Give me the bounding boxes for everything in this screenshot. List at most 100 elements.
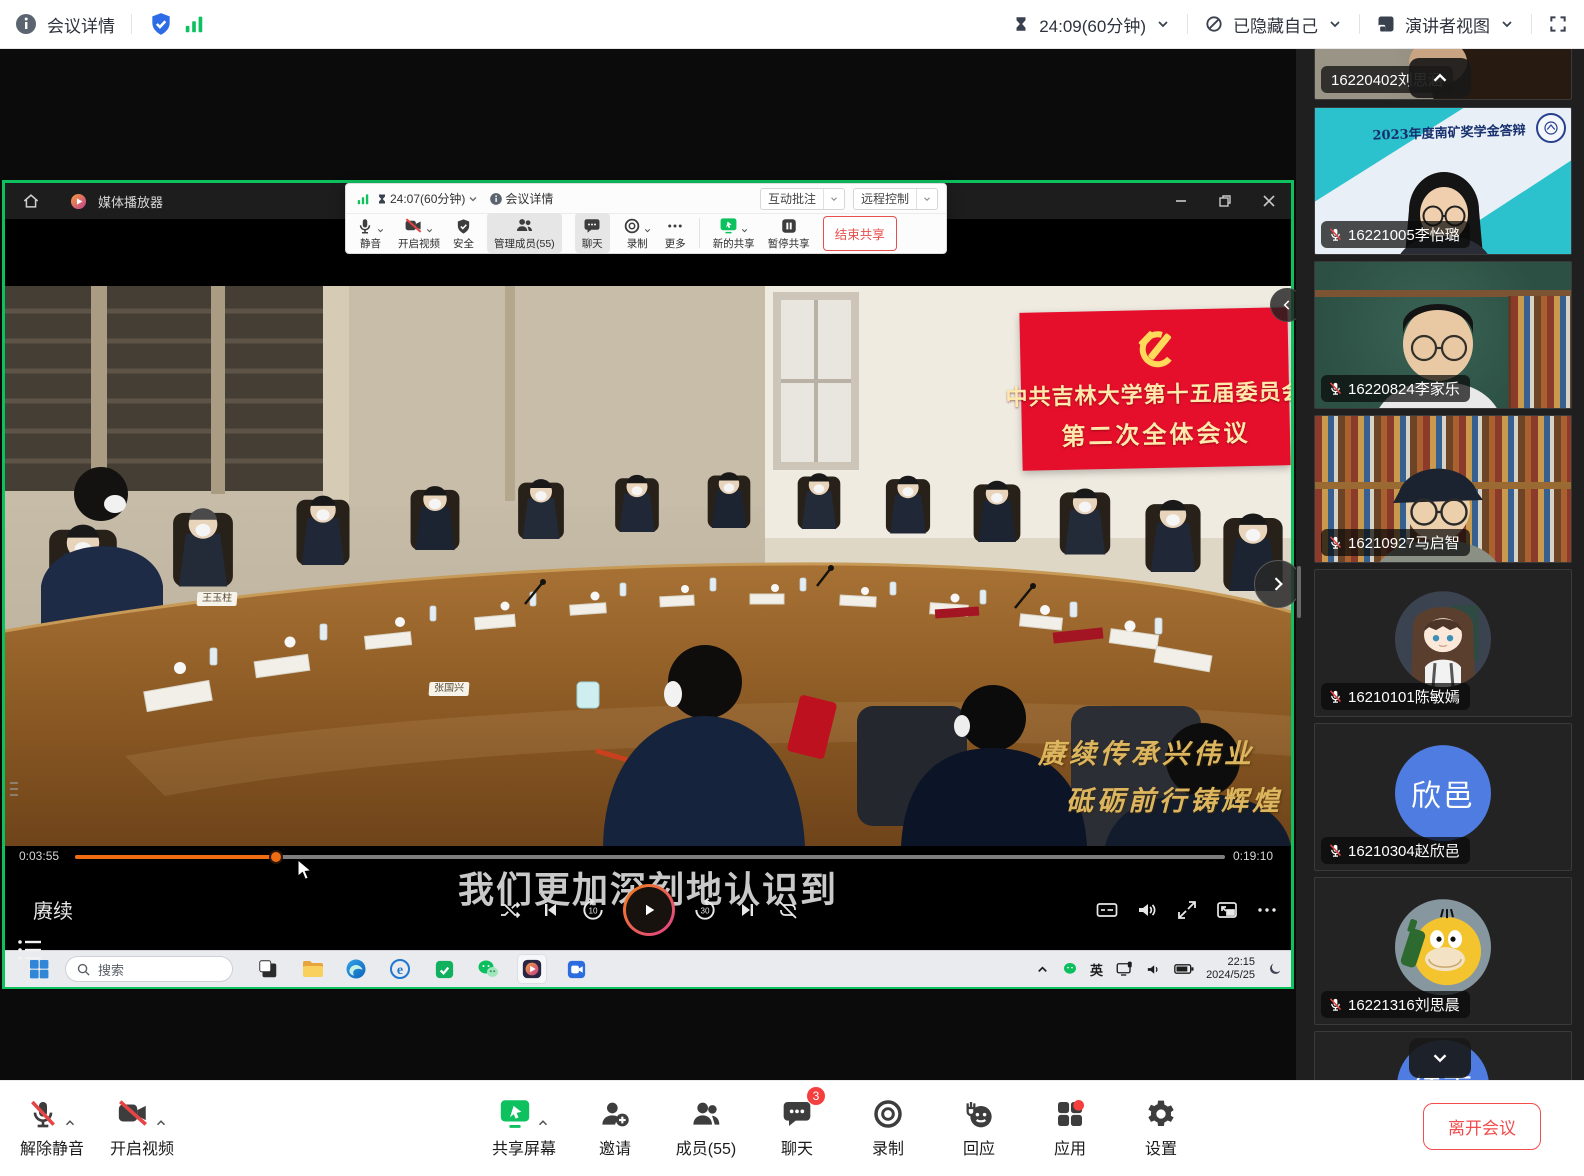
tray-battery-icon[interactable] [1174,961,1194,977]
taskbar-clock[interactable]: 22:15 2024/5/25 [1206,956,1255,982]
task-view-icon[interactable] [253,954,283,984]
unmute-dropdown-icon[interactable] [63,1116,77,1130]
participant-tile[interactable]: 2023年度南矿奖学金答辩 16221005李怡璐 [1314,107,1572,255]
shuffle-icon[interactable] [498,898,522,922]
meeting-app-window: 会议详情 24:09(60分钟) 已隐藏自己 [0,0,1584,1176]
reactions-button[interactable]: 回应 [947,1094,1011,1159]
settings-button[interactable]: 设置 [1129,1094,1193,1159]
security-shield-icon[interactable] [148,11,174,37]
green-app-icon[interactable] [429,954,459,984]
seek-bar[interactable] [75,855,1225,859]
edge-browser-icon[interactable] [341,954,371,984]
video-dropdown-icon[interactable] [154,1116,168,1130]
page-prev-button[interactable] [1270,288,1296,322]
previous-track-icon[interactable] [539,898,563,922]
start-video-button[interactable]: 开启视频 [110,1094,174,1159]
banner-title-line1: 中共吉林大学第十五届委员会 [1005,374,1291,412]
view-dropdown-icon[interactable] [1499,16,1515,32]
record-button[interactable]: 录制 [856,1094,920,1159]
participant-tile[interactable]: 16220824李家乐 [1314,261,1572,409]
meeting-app-icon[interactable] [561,954,591,984]
banner-title-line2: 第二次全体会议 [1061,413,1251,452]
share-screen-button[interactable]: 共享屏幕 [492,1094,556,1159]
sidebar-scrollbar[interactable] [1297,566,1301,618]
meeting-video[interactable]: 中共吉林大学第十五届委员会 第二次全体会议 王玉柱 张国兴 赓续传承兴伟业 砥砺… [5,286,1291,846]
meeting-info-icon[interactable] [14,12,38,36]
restore-icon[interactable] [1203,183,1247,219]
remote-dropdown-icon[interactable] [916,189,937,209]
do-not-disturb-moon-icon[interactable] [1267,961,1283,977]
more-options-icon[interactable] [1255,898,1279,922]
fullscreen-icon[interactable] [1548,14,1568,34]
minimize-icon[interactable] [1159,183,1203,219]
annotate-button[interactable]: 互动批注 [760,188,845,210]
toolbar-mute-button[interactable]: 静音 [356,215,385,251]
fullscreen-video-icon[interactable] [1175,898,1199,922]
toolbar-meeting-details[interactable]: 会议详情 [505,190,553,207]
next-track-icon[interactable] [735,898,759,922]
leave-meeting-button[interactable]: 离开会议 [1423,1103,1541,1150]
tray-volume-icon[interactable] [1145,961,1162,978]
hidden-self-dropdown-icon[interactable] [1327,16,1343,32]
chat-button[interactable]: 3 聊天 [765,1094,829,1159]
mouse-cursor [297,859,313,886]
avatar: 欣邑 [1395,745,1491,841]
participant-tile[interactable]: 16210927马启智 [1314,415,1572,563]
close-icon[interactable] [1247,183,1291,219]
toolbar-chat-button[interactable]: 聊天 [575,213,610,253]
tray-display-icon[interactable] [1115,960,1133,978]
play-button[interactable] [623,884,675,936]
mini-player-icon[interactable] [1215,898,1239,922]
playlist-icon[interactable] [15,935,45,970]
avatar [1395,899,1491,995]
participant-tile[interactable]: 16221316刘思晨 [1314,877,1572,1025]
toolbar-pause-share-button[interactable]: 暂停共享 [768,215,810,251]
tray-wechat-icon[interactable] [1062,961,1078,977]
main-stage: 媒体播放器 [0,48,1296,1080]
taskbar-search-input[interactable]: 搜索 [65,956,233,982]
volume-icon[interactable] [1135,898,1159,922]
page-next-button[interactable] [1254,560,1296,608]
toolbar-members-button[interactable]: 管理成员(55) [487,213,562,253]
view-mode-label[interactable]: 演讲者视图 [1405,12,1490,37]
network-signal-icon[interactable] [183,13,205,35]
playback-progress: 0:03:55 0:19:10 [5,847,1291,867]
members-button[interactable]: 成员(55) [674,1094,738,1159]
seek-handle[interactable] [269,850,283,864]
side-tab-icon[interactable] [7,779,21,804]
collapse-thumbnails-button[interactable] [1409,58,1471,98]
toolbar-timer-dropdown-icon[interactable] [467,193,479,205]
forward-30-icon[interactable]: 30 [692,897,718,923]
toolbar-video-button[interactable]: 开启视频 [398,215,440,251]
toolbar-info-icon[interactable] [489,192,503,206]
hidden-self-label[interactable]: 已隐藏自己 [1233,12,1318,37]
remote-control-button[interactable]: 远程控制 [853,188,938,210]
invite-button[interactable]: 邀请 [583,1094,647,1159]
timer-dropdown-icon[interactable] [1155,16,1171,32]
wechat-icon[interactable] [473,954,503,984]
toolbar-more-button[interactable]: 更多 [665,215,686,251]
annotate-dropdown-icon[interactable] [823,189,844,209]
repeat-off-icon[interactable] [776,898,800,922]
ie-browser-icon[interactable]: e [385,954,415,984]
participant-tile[interactable]: 欣邑 16210304赵欣邑 [1314,723,1572,871]
expand-thumbnails-button[interactable] [1409,1038,1471,1078]
file-explorer-icon[interactable] [297,954,327,984]
toolbar-new-share-button[interactable]: 新的共享 [713,215,755,251]
record-icon [872,1098,904,1130]
home-icon[interactable] [21,191,41,211]
ime-indicator[interactable]: 英 [1090,960,1103,979]
end-share-button[interactable]: 结束共享 [823,216,897,251]
participant-tile[interactable]: 16210101陈敏嫣 [1314,569,1572,717]
share-dropdown-icon[interactable] [536,1116,550,1130]
meeting-details-label[interactable]: 会议详情 [47,12,115,37]
svg-text:30: 30 [700,906,710,915]
toolbar-record-button[interactable]: 录制 [623,215,652,251]
captions-icon[interactable] [1095,898,1119,922]
toolbar-security-button[interactable]: 安全 [453,215,474,251]
apps-button[interactable]: 应用 [1038,1094,1102,1159]
rewind-10-icon[interactable]: 10 [580,897,606,923]
unmute-button[interactable]: 解除静音 [20,1094,84,1159]
tray-chevron-up-icon[interactable] [1035,962,1050,977]
media-player-app-icon[interactable] [517,954,547,984]
